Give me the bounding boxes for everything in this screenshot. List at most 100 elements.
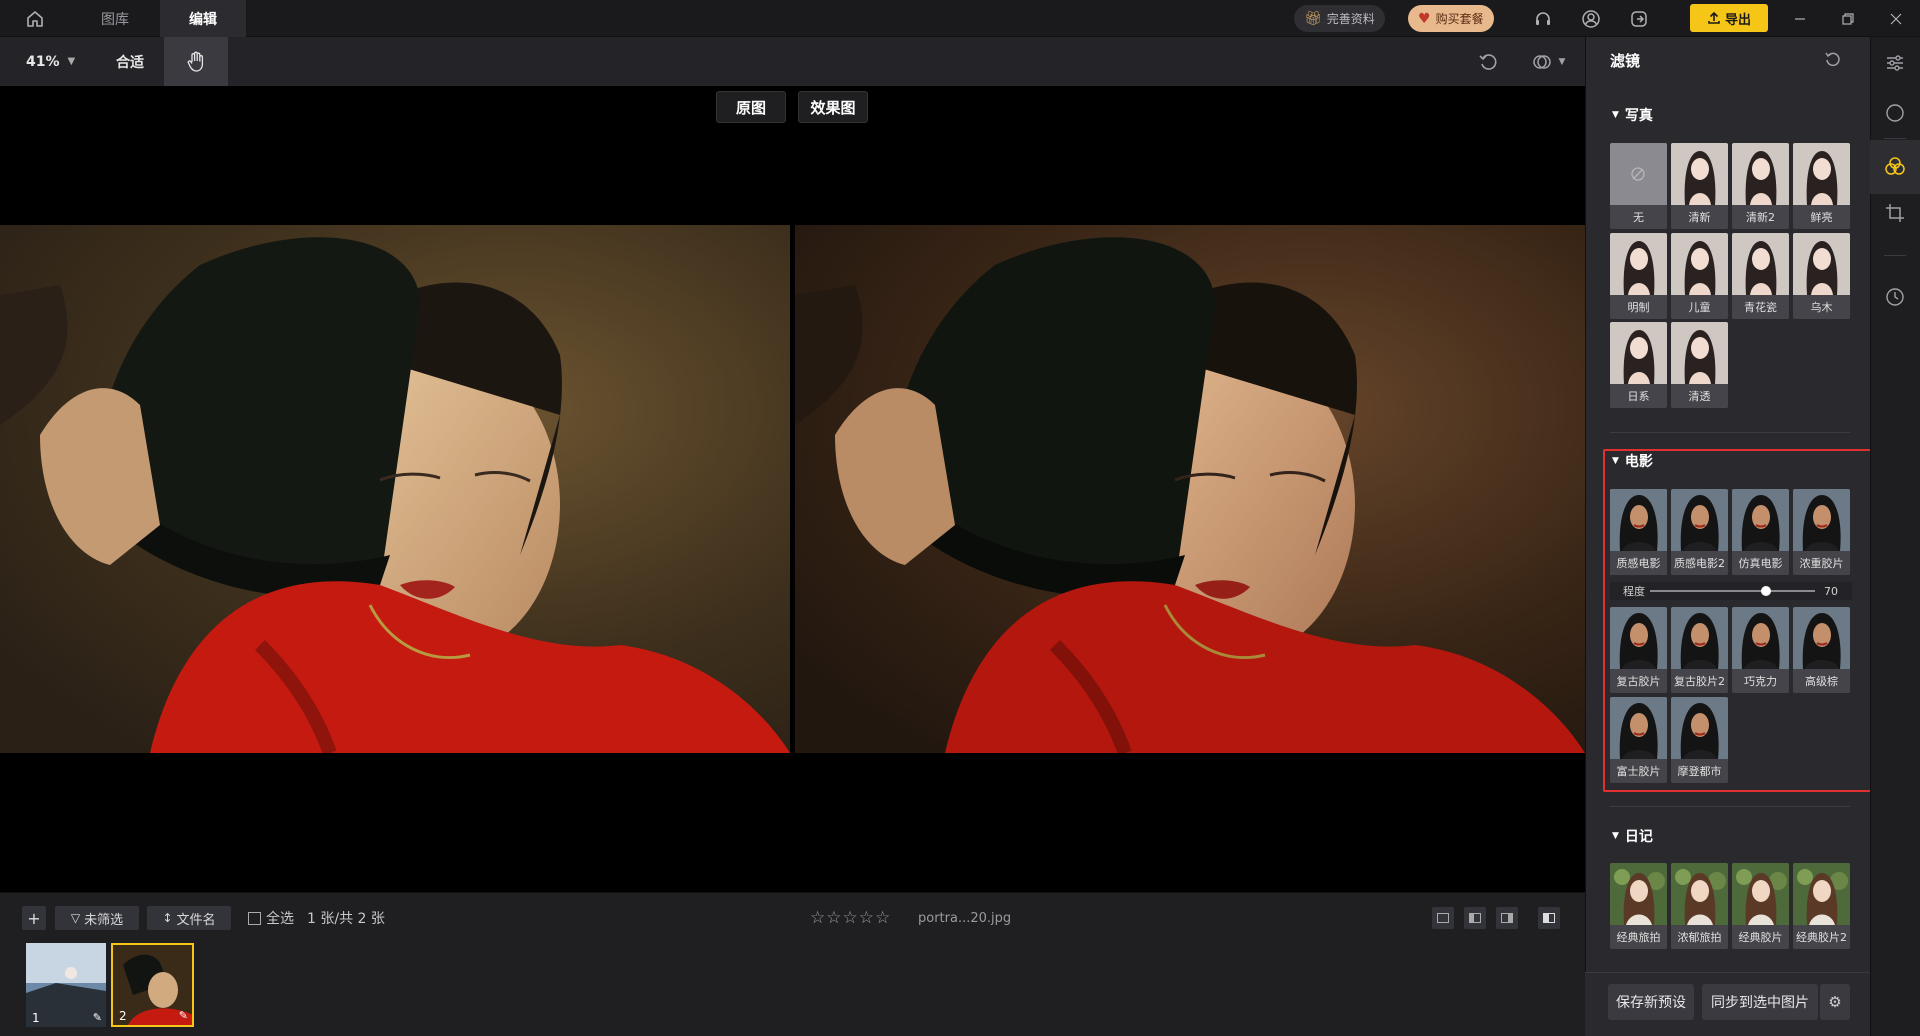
filter-tile-label: 仿真电影	[1732, 551, 1789, 575]
filter-button[interactable]: ▽ 未筛选	[55, 906, 139, 930]
original-photo	[0, 225, 790, 753]
filter-tile[interactable]: 浓郁旅拍	[1671, 863, 1728, 949]
view-split-button[interactable]	[1464, 907, 1486, 929]
filter-tile[interactable]: 巧克力	[1732, 607, 1789, 693]
filter-tool-button[interactable]	[1870, 140, 1920, 194]
undo-button[interactable]	[1474, 47, 1504, 77]
filter-tile[interactable]: 青花瓷	[1732, 233, 1789, 319]
funnel-icon: ▽	[70, 911, 81, 925]
buy-package-button[interactable]: ♥ 购买套餐	[1408, 5, 1494, 32]
filter-tile[interactable]: 浓重胶片	[1793, 489, 1850, 575]
retouch-tool-button[interactable]	[1870, 90, 1920, 136]
support-button[interactable]	[1528, 4, 1558, 34]
filter-tile[interactable]: 清透	[1671, 322, 1728, 408]
original-button[interactable]: 原图	[716, 91, 786, 123]
section-diary[interactable]: ▼ 日记	[1612, 826, 1653, 846]
filter-preview-image	[1671, 863, 1728, 925]
filter-tile[interactable]: 高级棕	[1793, 607, 1850, 693]
filter-tile[interactable]: 经典胶片	[1732, 863, 1789, 949]
buy-package-label: 购买套餐	[1435, 12, 1484, 26]
headset-icon	[1536, 12, 1550, 25]
effect-button[interactable]: 效果图	[798, 91, 868, 123]
sync-selected-button[interactable]: 同步到选中图片	[1702, 984, 1818, 1020]
view-single-button[interactable]	[1432, 907, 1454, 929]
filter-tile[interactable]: 质感电影	[1610, 489, 1667, 575]
crop-icon	[1886, 204, 1904, 222]
zoom-dropdown[interactable]: 41% ▼	[26, 37, 75, 86]
crop-tool-button[interactable]	[1870, 190, 1920, 236]
caret-down-icon: ▼	[1612, 110, 1619, 120]
filter-label: 未筛选	[84, 912, 124, 928]
select-all-checkbox[interactable]: 全选	[248, 906, 294, 930]
thumbnail-2[interactable]: 2 ✎	[111, 943, 194, 1027]
divider	[1884, 255, 1906, 256]
compare-mode-dropdown[interactable]: ▼	[1522, 47, 1574, 77]
filter-tile-label: 日系	[1610, 384, 1667, 408]
filter-tile-label: 巧克力	[1732, 669, 1789, 693]
filter-tile[interactable]: 复古胶片2	[1671, 607, 1728, 693]
filter-tile-label: 清新	[1671, 205, 1728, 229]
fit-button[interactable]: 合适	[116, 37, 144, 86]
filter-preview-image	[1610, 489, 1667, 551]
filter-preview-image	[1793, 233, 1850, 295]
filter-preview-image	[1610, 607, 1667, 669]
pan-tool-button[interactable]	[164, 37, 228, 86]
restore-button[interactable]	[1826, 0, 1870, 37]
account-button[interactable]	[1576, 4, 1606, 34]
filter-tile[interactable]: 复古胶片	[1610, 607, 1667, 693]
filter-tile[interactable]: 无	[1610, 143, 1667, 229]
adjust-tool-button[interactable]	[1870, 40, 1920, 86]
filter-preview-image	[1671, 607, 1728, 669]
thumbnail-1[interactable]: 1 ✎	[26, 943, 106, 1027]
logout-button[interactable]	[1624, 4, 1654, 34]
filter-tile[interactable]: 经典旅拍	[1610, 863, 1667, 949]
section-portrait[interactable]: ▼ 写真	[1612, 105, 1653, 125]
filter-tile[interactable]: 清新2	[1732, 143, 1789, 229]
view-compare-button[interactable]	[1538, 907, 1560, 929]
minimize-button[interactable]	[1778, 0, 1822, 37]
compare-view-icon	[1543, 913, 1555, 923]
filter-tile[interactable]: 清新	[1671, 143, 1728, 229]
filter-circles-icon	[1885, 157, 1905, 175]
sort-icon: ↕	[162, 911, 173, 925]
filter-preview-image	[1732, 233, 1789, 295]
filter-tile-label: 质感电影	[1610, 551, 1667, 575]
filter-tile-label: 复古胶片2	[1671, 669, 1728, 693]
filter-tile[interactable]: 质感电影2	[1671, 489, 1728, 575]
filter-tile[interactable]: 经典胶片2	[1793, 863, 1850, 949]
filter-tile[interactable]: 明制	[1610, 233, 1667, 319]
caret-down-icon: ▼	[1612, 831, 1619, 841]
save-preset-button[interactable]: 保存新预设	[1608, 984, 1694, 1020]
filter-tile[interactable]: 乌木	[1793, 233, 1850, 319]
filter-tile[interactable]: 日系	[1610, 322, 1667, 408]
thumbnail-number: 1	[32, 1011, 40, 1025]
sort-button[interactable]: ↕ 文件名	[147, 906, 231, 930]
filter-preview-image	[1671, 697, 1728, 759]
view-side-button[interactable]	[1496, 907, 1518, 929]
filter-tile-label: 明制	[1610, 295, 1667, 319]
filter-tile[interactable]: 儿童	[1671, 233, 1728, 319]
filter-tile[interactable]: 仿真电影	[1732, 489, 1789, 575]
close-button[interactable]	[1874, 0, 1918, 37]
filter-tile[interactable]: 鲜亮	[1793, 143, 1850, 229]
tab-library[interactable]: 图库	[82, 0, 148, 37]
filter-tile[interactable]: 富士胶片	[1610, 697, 1667, 783]
export-button[interactable]: 导出	[1690, 4, 1768, 32]
home-button[interactable]	[12, 0, 58, 37]
chevron-down-icon: ▼	[67, 56, 76, 67]
filter-preview-image	[1671, 143, 1728, 205]
filter-tile-label: 经典胶片2	[1793, 925, 1850, 949]
reset-filters-button[interactable]	[1824, 50, 1844, 70]
complete-profile-button[interactable]: 🎁︎ 完善资料	[1294, 5, 1385, 32]
filter-tile[interactable]: 摩登都市	[1671, 697, 1728, 783]
add-button[interactable]: +	[22, 906, 46, 930]
filter-preview-image	[1610, 143, 1667, 205]
plus-icon: +	[27, 908, 41, 928]
filter-tile-label: 无	[1610, 205, 1667, 229]
preset-settings-button[interactable]: ⚙	[1820, 984, 1850, 1020]
complete-profile-label: 完善资料	[1326, 12, 1375, 26]
star-rating[interactable]: ☆☆☆☆☆	[810, 906, 891, 930]
tab-edit[interactable]: 编辑	[160, 0, 246, 37]
filter-tile-label: 复古胶片	[1610, 669, 1667, 693]
history-tool-button[interactable]	[1870, 274, 1920, 320]
